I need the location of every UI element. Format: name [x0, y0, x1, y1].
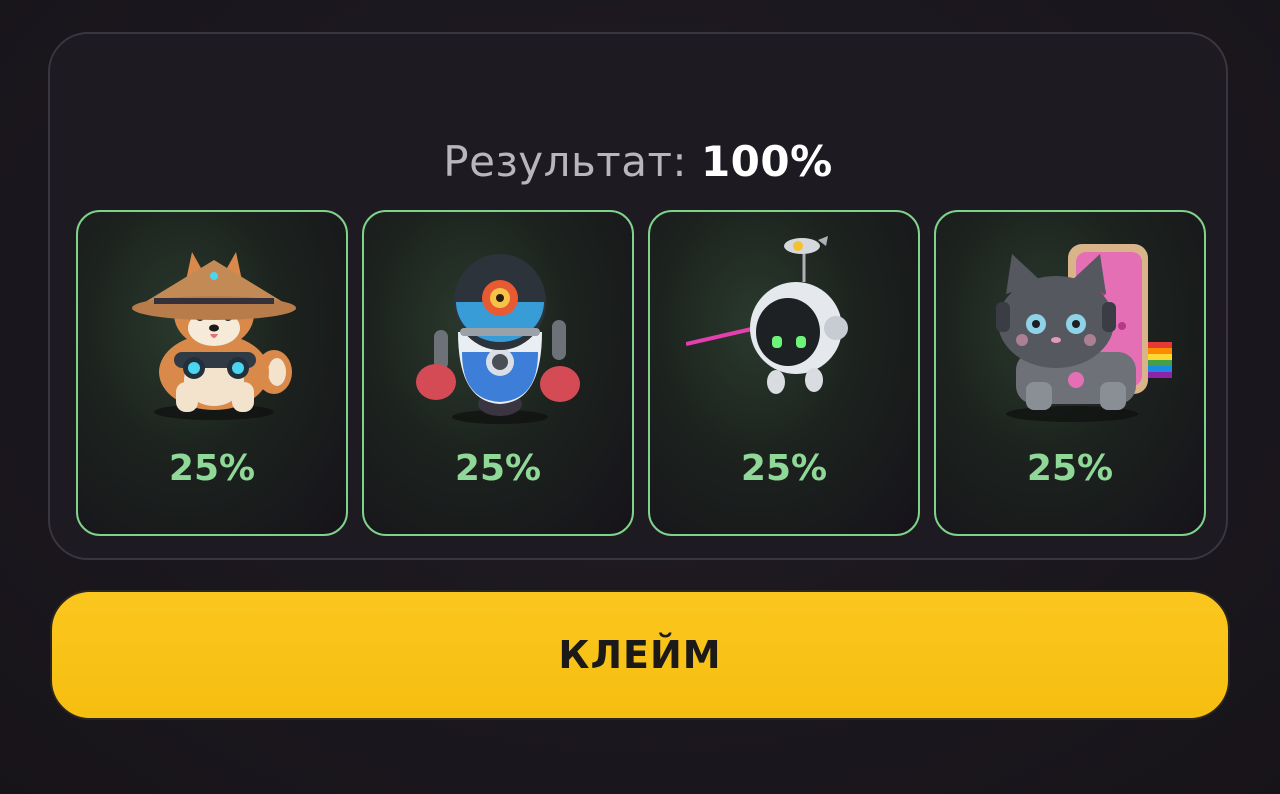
robot-cat-icon	[996, 244, 1172, 422]
result-label: Результат:	[443, 137, 688, 186]
card-percent: 25%	[454, 448, 542, 489]
card-percent: 25%	[168, 448, 256, 489]
card-shiba[interactable]: 25%	[76, 210, 348, 536]
claim-button[interactable]: КЛЕЙМ	[50, 590, 1230, 720]
card-percent: 25%	[740, 448, 828, 489]
card-percent: 25%	[1026, 448, 1114, 489]
result-value: 100%	[700, 137, 833, 186]
screen: Результат: 100% 25% 25% 25% 25% КЛЕЙМ	[0, 0, 1280, 794]
results-panel: Результат: 100% 25% 25% 25% 25%	[48, 32, 1228, 560]
drone-robot-icon	[686, 236, 848, 394]
result-heading: Результат: 100%	[50, 134, 1226, 190]
boxing-robot-icon	[416, 254, 580, 424]
shiba-dog-icon	[132, 252, 296, 420]
card-boxing-robot[interactable]: 25%	[362, 210, 634, 536]
card-drone-robot[interactable]: 25%	[648, 210, 920, 536]
card-robot-cat[interactable]: 25%	[934, 210, 1206, 536]
